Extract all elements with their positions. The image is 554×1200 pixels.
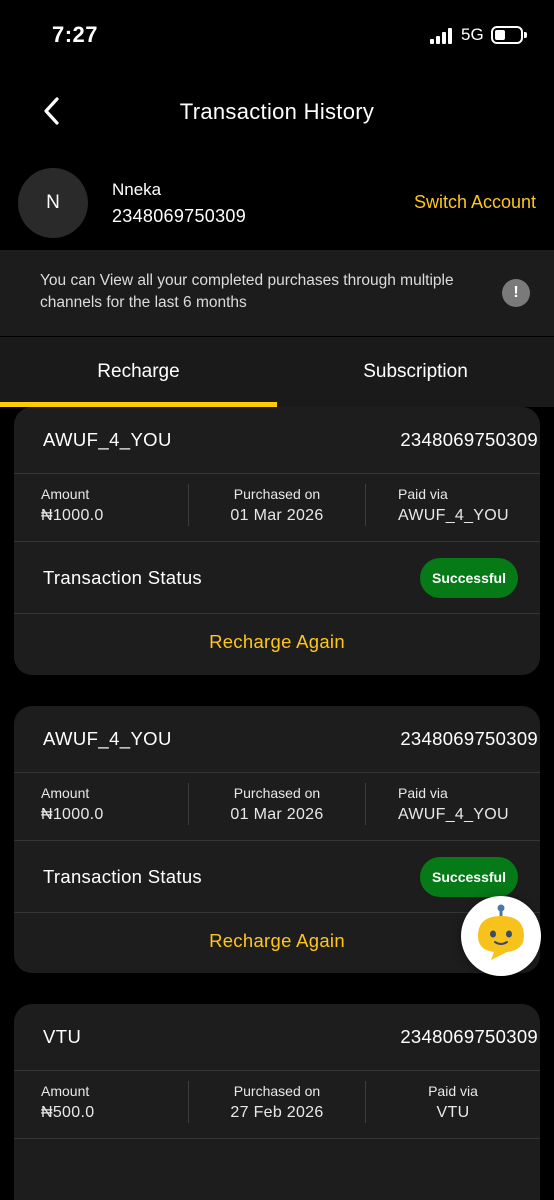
info-text: You can View all your completed purchase… (40, 272, 454, 311)
signal-icon (430, 28, 454, 44)
purchased-on-label: Purchased on (233, 785, 321, 801)
column-divider (365, 783, 366, 825)
purchased-on-value: 01 Mar 2026 (230, 806, 324, 823)
transaction-history-screen: 7:27 5G Transaction History N Nneka 2348… (0, 0, 554, 1200)
column-divider (188, 484, 189, 526)
status-badge: Successful (420, 558, 518, 598)
card-header: VTU 2348069750309 (14, 1004, 540, 1070)
card-phone-number: 2348069750309 (400, 728, 538, 749)
product-name: AWUF_4_YOU (43, 429, 172, 450)
purchased-on-label: Purchased on (233, 486, 321, 502)
switch-account-link[interactable]: Switch Account (414, 192, 536, 213)
status-badge: Successful (420, 857, 518, 897)
card-header: AWUF_4_YOU 2348069750309 (14, 706, 540, 772)
amount-label: Amount (41, 785, 90, 801)
amount-value: ₦500.0 (41, 1104, 95, 1121)
product-name: VTU (43, 1026, 82, 1047)
amount-label: Amount (41, 1083, 90, 1099)
info-banner: You can View all your completed purchase… (0, 250, 554, 336)
column-divider (188, 1081, 189, 1123)
amount-value: ₦1000.0 (41, 507, 104, 524)
recharge-again-button[interactable]: Recharge Again (14, 631, 540, 653)
transaction-status-label: Transaction Status (43, 567, 202, 588)
paid-via-label: Paid via (398, 785, 448, 801)
paid-via-label: Paid via (428, 1083, 478, 1099)
tab-recharge[interactable]: Recharge (0, 337, 277, 407)
status-time: 7:27 (52, 22, 99, 47)
transaction-card: VTU 2348069750309 Amount ₦500.0 Purchase… (14, 1004, 540, 1200)
paid-via-value: VTU (436, 1104, 470, 1121)
card-details: Amount ₦1000.0 Purchased on 01 Mar 2026 … (14, 474, 540, 542)
purchased-on-value: 27 Feb 2026 (230, 1104, 324, 1121)
purchased-on-value: 01 Mar 2026 (230, 507, 324, 524)
amount-value: ₦1000.0 (41, 806, 104, 823)
battery-icon (491, 26, 527, 44)
status-bar: 7:27 5G (0, 0, 554, 70)
info-exclamation-icon[interactable]: ! (502, 279, 530, 307)
divider (14, 1138, 540, 1139)
tab-bar: Recharge Subscription (0, 337, 554, 407)
account-number: 2348069750309 (112, 206, 247, 226)
paid-via-value: AWUF_4_YOU (398, 507, 509, 524)
page-title: Transaction History (179, 99, 375, 124)
card-phone-number: 2348069750309 (400, 1026, 538, 1047)
header: Transaction History (0, 80, 554, 144)
purchased-on-label: Purchased on (233, 1083, 321, 1099)
transaction-status-label: Transaction Status (43, 866, 202, 887)
card-phone-number: 2348069750309 (400, 429, 538, 450)
chatbot-icon[interactable] (461, 896, 541, 976)
column-divider (188, 783, 189, 825)
avatar: N (18, 168, 88, 238)
account-name: Nneka (112, 180, 162, 199)
paid-via-label: Paid via (398, 486, 448, 502)
column-divider (365, 484, 366, 526)
card-details: Amount ₦1000.0 Purchased on 01 Mar 2026 … (14, 773, 540, 841)
transaction-card: AWUF_4_YOU 2348069750309 Amount ₦1000.0 … (14, 407, 540, 675)
card-header: AWUF_4_YOU 2348069750309 (14, 407, 540, 473)
divider (14, 613, 540, 614)
product-name: AWUF_4_YOU (43, 728, 172, 749)
account-row: N Nneka 2348069750309 Switch Account (0, 160, 554, 246)
amount-label: Amount (41, 486, 90, 502)
card-details: Amount ₦500.0 Purchased on 27 Feb 2026 P… (14, 1071, 540, 1139)
tab-subscription[interactable]: Subscription (277, 337, 554, 407)
paid-via-value: AWUF_4_YOU (398, 806, 509, 823)
network-type: 5G (461, 25, 484, 44)
status-row: Transaction Status Successful (14, 542, 540, 612)
